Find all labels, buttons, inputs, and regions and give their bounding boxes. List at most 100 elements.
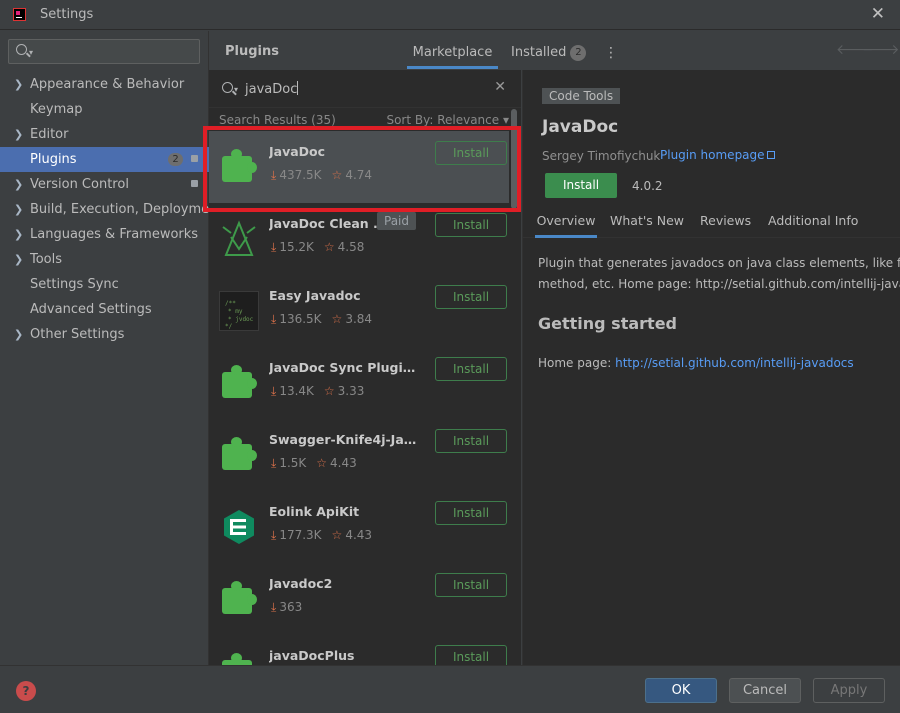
- external-link-icon: [766, 151, 775, 159]
- paid-badge: Paid: [377, 212, 417, 230]
- plugin-name: Easy Javadoc: [269, 288, 361, 303]
- plugin-row[interactable]: Swagger-Knife4j-JavaDo... Install ⤓1.5K ☆…: [209, 419, 509, 491]
- plugin-row[interactable]: Eolink ApiKit Install ⤓ 177.3K ☆ 4.43: [209, 491, 509, 563]
- tab-installed-label: Installed: [511, 45, 567, 60]
- easy-javadoc-icon: /** * my * jvdoc */: [219, 291, 259, 331]
- plugins-count-badge: 2: [168, 153, 183, 166]
- download-icon: ⤓: [271, 240, 277, 254]
- plugin-list-panel: ▾ javaDoc ✕ Search Results (35) Sort By:…: [209, 70, 521, 665]
- plugin-stats: ⤓ 437.5K ☆ 4.74: [271, 168, 372, 183]
- sidebar-item-plugins[interactable]: Plugins 2: [0, 147, 209, 172]
- plugin-row[interactable]: JavaDoc Sync Plugin 10 Install ⤓ 13.4K ☆ 3.…: [209, 347, 509, 419]
- search-icon: [16, 44, 27, 55]
- sidebar-item-build[interactable]: ❯ Build, Execution, Deployment: [0, 197, 222, 222]
- list-scrollbar[interactable]: [511, 109, 517, 209]
- homepage-url-link[interactable]: http://setial.github.com/intellij-javado…: [615, 356, 854, 370]
- install-button[interactable]: Install: [435, 645, 507, 665]
- plugin-description: Plugin that generates javadocs on java c…: [538, 253, 900, 295]
- plugin-name: Swagger-Knife4j-JavaDo...: [269, 432, 419, 447]
- plugin-row[interactable]: JavaDoc Install ⤓ 437.5K ☆ 4.74: [209, 131, 509, 203]
- plugin-stats: ⤓ 13.4K ☆ 3.33: [271, 384, 364, 399]
- homepage-prefix: Home page:: [538, 356, 616, 370]
- plugin-name: Eolink ApiKit: [269, 504, 360, 519]
- download-icon: ⤓: [271, 312, 277, 326]
- chevron-right-icon: ❯: [14, 328, 24, 341]
- plugin-row[interactable]: /** * my * jvdoc */ Easy Javadoc Install ⤓ 1…: [209, 275, 509, 347]
- sidebar-item-appearance[interactable]: ❯ Appearance & Behavior: [0, 72, 209, 97]
- chevron-right-icon: ❯: [14, 128, 24, 141]
- sidebar-item-label: Tools: [30, 252, 63, 267]
- download-count: 363: [279, 600, 303, 614]
- settings-search-input[interactable]: ▾: [8, 39, 200, 64]
- sidebar-item-label: Other Settings: [30, 327, 125, 342]
- search-icon: [222, 82, 233, 93]
- plugin-homepage-link[interactable]: Plugin homepage: [660, 148, 775, 162]
- tab-installed[interactable]: Installed 2: [511, 38, 587, 69]
- apply-button[interactable]: Apply: [813, 678, 885, 703]
- install-button[interactable]: Install: [435, 501, 507, 525]
- project-settings-icon: [191, 180, 198, 187]
- clear-icon[interactable]: ✕: [494, 79, 506, 95]
- install-button[interactable]: Install: [435, 429, 507, 453]
- description-line: method, etc. Home page: http://setial.gi…: [538, 277, 900, 291]
- sidebar-item-advanced[interactable]: Advanced Settings: [0, 297, 209, 322]
- search-query: javaDoc: [245, 82, 298, 97]
- download-icon: ⤓: [271, 456, 277, 470]
- close-icon[interactable]: ✕: [871, 4, 885, 24]
- plugin-version: 4.0.2: [632, 179, 663, 193]
- install-button[interactable]: Install: [435, 141, 507, 165]
- tab-overview[interactable]: Overview: [535, 206, 597, 238]
- plugin-stats: ⤓ 363: [271, 600, 302, 615]
- sidebar-item-other[interactable]: ❯ Other Settings: [0, 322, 209, 347]
- download-icon: ⤓: [271, 168, 277, 182]
- tab-whats-new[interactable]: What's New: [610, 206, 684, 238]
- download-count: 13.4K: [279, 384, 314, 398]
- cancel-button[interactable]: Cancel: [729, 678, 801, 703]
- sidebar-item-label: Plugins: [30, 152, 77, 167]
- ok-button[interactable]: OK: [645, 678, 717, 703]
- plugin-row[interactable]: JavaDoc Clean ... Paid Install ⤓ 15.2K ☆ 4.…: [209, 203, 509, 275]
- rating: 4.43: [345, 528, 373, 542]
- star-icon: ☆: [316, 456, 328, 470]
- puzzle-icon: [219, 651, 259, 665]
- install-button[interactable]: Install: [545, 173, 617, 198]
- results-count: Search Results (35): [219, 113, 336, 127]
- help-icon[interactable]: ?: [16, 681, 36, 701]
- download-count: 177.3K: [279, 528, 322, 542]
- sidebar-item-label: Languages & Frameworks: [30, 227, 199, 242]
- rating: 3.84: [345, 312, 373, 326]
- svg-text:/**: /**: [225, 300, 236, 307]
- sort-dropdown[interactable]: Sort By: Relevance ▾: [386, 113, 509, 127]
- eolink-icon: [219, 507, 259, 547]
- vendor-name: Sergey Timofiychuk: [542, 149, 661, 163]
- plugin-name: javaDocPlus: [269, 648, 355, 663]
- rating: 4.74: [345, 168, 373, 182]
- forward-arrow-icon[interactable]: 🡒: [862, 41, 900, 58]
- chevron-right-icon: ❯: [14, 203, 24, 216]
- tab-marketplace[interactable]: Marketplace: [407, 38, 498, 69]
- sidebar-item-version-control[interactable]: ❯ Version Control: [0, 172, 209, 197]
- star-icon: ☆: [323, 240, 335, 254]
- tab-additional-info[interactable]: Additional Info: [768, 206, 858, 238]
- download-icon: ⤓: [271, 600, 277, 614]
- rating: 3.33: [337, 384, 365, 398]
- download-count: 15.2K: [279, 240, 314, 254]
- install-button[interactable]: Install: [435, 573, 507, 597]
- sidebar-item-keymap[interactable]: Keymap: [0, 97, 209, 122]
- install-button[interactable]: Install: [435, 357, 507, 381]
- plugin-search-input[interactable]: ▾ javaDoc ✕: [209, 70, 521, 108]
- sidebar-item-settings-sync[interactable]: Settings Sync: [0, 272, 209, 297]
- plugin-row[interactable]: Javadoc2 Install ⤓ 363: [209, 563, 509, 635]
- sidebar-item-languages[interactable]: ❯ Languages & Frameworks: [0, 222, 209, 247]
- sidebar-item-label: Build, Execution, Deployment: [30, 202, 223, 217]
- install-button[interactable]: Install: [435, 285, 507, 309]
- kebab-menu-icon[interactable]: ⋮: [604, 45, 618, 61]
- download-icon: ⤓: [271, 528, 277, 542]
- sidebar-item-tools[interactable]: ❯ Tools: [0, 247, 209, 272]
- sidebar-item-editor[interactable]: ❯ Editor: [0, 122, 209, 147]
- plugin-details-panel: Code Tools JavaDoc Sergey Timofiychuk Pl…: [522, 70, 900, 665]
- install-button[interactable]: Install: [435, 213, 507, 237]
- plugin-row[interactable]: javaDocPlus Install: [209, 635, 509, 665]
- rating: 4.43: [330, 456, 357, 470]
- tab-reviews[interactable]: Reviews: [700, 206, 751, 238]
